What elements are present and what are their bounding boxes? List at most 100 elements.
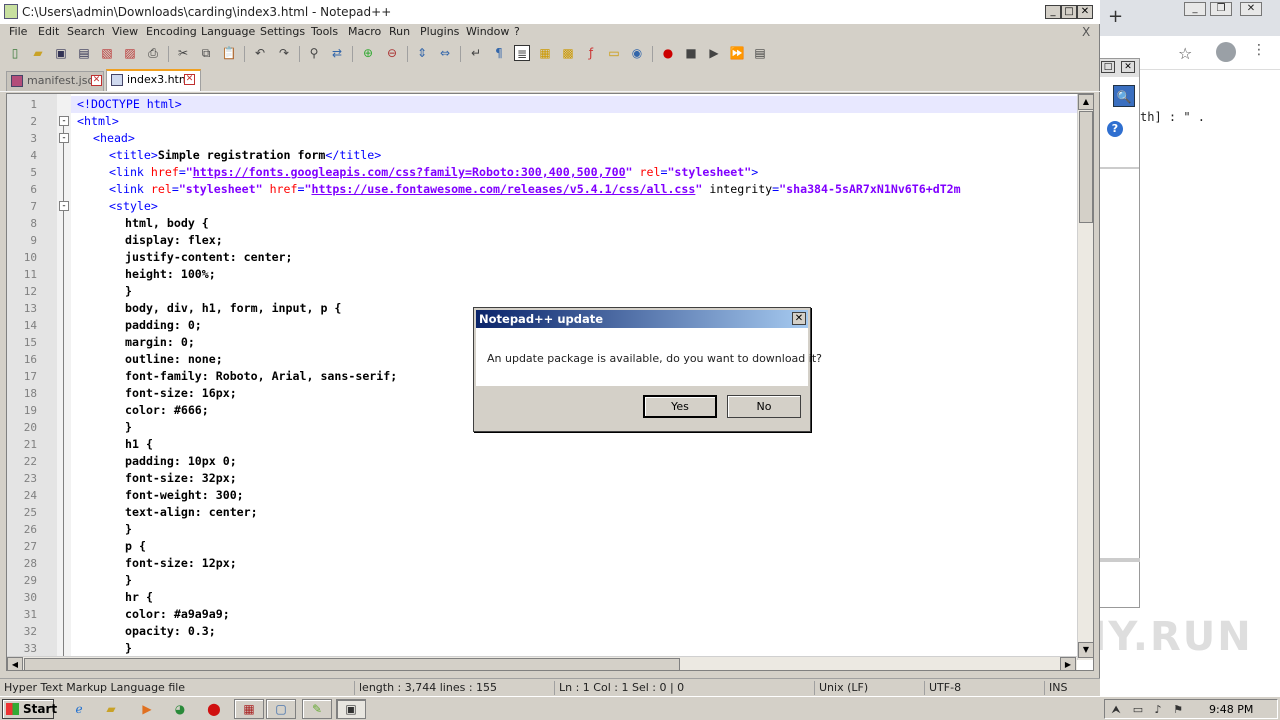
fold-toggle-icon[interactable]: - [59,201,69,211]
side-panel-close-button[interactable]: ✕ [1121,61,1135,73]
code-line[interactable]: 1 <!DOCTYPE html> [7,96,1077,113]
user-language-icon[interactable]: ▦ [537,45,553,61]
menu-encoding[interactable]: Encoding [146,25,197,38]
sync-vertical-icon[interactable]: ⇕ [414,45,430,61]
internet-explorer-icon[interactable]: ℯ [69,700,89,718]
menu-help[interactable]: ? [514,25,520,38]
start-button[interactable]: Start [2,699,57,719]
help-icon[interactable]: ? [1107,121,1123,137]
code-line[interactable]: 25 text-align: center; [7,504,1077,521]
close-all-icon[interactable]: ▨ [122,45,138,61]
vertical-scroll-thumb[interactable] [1079,111,1093,223]
code-line[interactable]: 10 justify-content: center; [7,249,1077,266]
replace-icon[interactable]: ⇄ [329,45,345,61]
menu-language[interactable]: Language [201,25,255,38]
code-line[interactable]: 8 html, body { [7,215,1077,232]
undo-icon[interactable]: ↶ [252,45,268,61]
code-line[interactable]: 28 font-size: 12px; [7,555,1077,572]
menu-plugins[interactable]: Plugins [420,25,459,38]
zoom-in-icon[interactable]: ⊕ [360,45,376,61]
browser-maximize-button[interactable]: ❐ [1210,2,1232,16]
status-encoding[interactable]: UTF-8 [924,681,961,695]
bookmark-star-icon[interactable]: ☆ [1178,44,1192,63]
minimize-button[interactable]: _ [1045,5,1061,19]
show-hidden-icons-icon[interactable]: ⮝ [1109,703,1123,717]
code-line[interactable]: 31 color: #a9a9a9; [7,606,1077,623]
code-line[interactable]: 30 hr { [7,589,1077,606]
media-player-icon[interactable]: ▶ [137,700,157,718]
indent-guide-icon[interactable]: ≣ [514,45,530,61]
network-icon[interactable]: ▭ [1131,703,1145,717]
sync-horizontal-icon[interactable]: ⇔ [437,45,453,61]
save-macro-icon[interactable]: ▤ [752,45,768,61]
code-line[interactable]: 2 - <html> [7,113,1077,130]
side-panel-maximize-button[interactable]: □ [1101,61,1115,73]
scroll-down-arrow-icon[interactable]: ▼ [1078,642,1093,658]
code-line[interactable]: 29} [7,572,1077,589]
menu-edit[interactable]: Edit [38,25,59,38]
menu-window[interactable]: Window [466,25,509,38]
function-list-icon[interactable]: ƒ [583,45,599,61]
yes-button[interactable]: Yes [643,395,717,418]
taskbar-clock[interactable]: 9:48 PM [1209,703,1253,716]
close-tab-icon[interactable]: ✕ [91,75,102,86]
taskbar-app-update-dialog[interactable]: ▣ [336,699,366,719]
copy-icon[interactable]: ⧉ [198,45,214,61]
tab-index3-html[interactable]: index3.html ✕ [106,69,201,91]
playback-macro-icon[interactable]: ▶ [706,45,722,61]
volume-icon[interactable]: ♪ [1151,703,1165,717]
paste-icon[interactable]: 📋 [221,45,237,61]
action-center-flag-icon[interactable]: ⚑ [1171,703,1185,717]
close-document-button[interactable]: X [1082,25,1090,39]
code-line[interactable]: 6 <link rel="stylesheet" href="https://us… [7,181,1077,198]
code-line[interactable]: 24 font-weight: 300; [7,487,1077,504]
code-line[interactable]: 5 <link href="https://fonts.googleapis.co… [7,164,1077,181]
record-macro-icon[interactable]: ● [660,45,676,61]
menu-tools[interactable]: Tools [311,25,338,38]
print-icon[interactable]: ⎙ [145,45,161,61]
menu-run[interactable]: Run [389,25,410,38]
show-all-characters-icon[interactable]: ¶ [491,45,507,61]
vertical-scrollbar[interactable]: ▲ ▼ [1077,94,1093,660]
scroll-up-arrow-icon[interactable]: ▲ [1078,94,1093,110]
close-tab-icon[interactable]: ✕ [184,74,195,85]
code-line[interactable]: 27 p { [7,538,1077,555]
fold-toggle-icon[interactable]: - [59,133,69,143]
scroll-left-arrow-icon[interactable]: ◀ [7,657,23,670]
cut-icon[interactable]: ✂ [175,45,191,61]
taskbar-app-window[interactable]: ▢ [266,699,296,719]
account-avatar-icon[interactable] [1216,42,1236,62]
explorer-folder-icon[interactable]: ▰ [101,700,121,718]
monitoring-icon[interactable]: ◉ [629,45,645,61]
menu-view[interactable]: View [112,25,138,38]
word-wrap-icon[interactable]: ↵ [468,45,484,61]
close-file-icon[interactable]: ▧ [99,45,115,61]
menu-macro[interactable]: Macro [348,25,381,38]
maximize-button[interactable]: □ [1061,5,1077,19]
opera-icon[interactable]: ⬤ [204,700,224,718]
code-line[interactable]: 11 height: 100%; [7,266,1077,283]
redo-icon[interactable]: ↷ [276,45,292,61]
chrome-icon[interactable]: ◕ [170,700,190,718]
browser-menu-icon[interactable]: ⋮ [1252,42,1266,58]
taskbar-app-winrar[interactable]: ▦ [234,699,264,719]
stop-recording-icon[interactable]: ■ [683,45,699,61]
code-line[interactable]: 22 padding: 10px 0; [7,453,1077,470]
save-icon[interactable]: ▣ [53,45,69,61]
scroll-right-arrow-icon[interactable]: ▶ [1060,657,1076,670]
code-line[interactable]: 3 - <head> [7,130,1077,147]
code-line[interactable]: 21 h1 { [7,436,1077,453]
taskbar-app-notepadpp[interactable]: ✎ [302,699,332,719]
dialog-close-button[interactable]: ✕ [792,312,806,325]
horizontal-scrollbar[interactable]: ◀ ▶ [7,656,1077,670]
code-line[interactable]: 23 font-size: 32px; [7,470,1077,487]
code-line[interactable]: 4 <title>Simple registration form</title> [7,147,1077,164]
code-line[interactable]: 33} [7,640,1077,657]
status-eol[interactable]: Unix (LF) [814,681,868,695]
code-line[interactable]: 12} [7,283,1077,300]
fold-toggle-icon[interactable]: - [59,116,69,126]
open-file-icon[interactable]: ▰ [30,45,46,61]
code-line[interactable]: 26} [7,521,1077,538]
menu-search[interactable]: Search [67,25,105,38]
zoom-out-icon[interactable]: ⊖ [384,45,400,61]
